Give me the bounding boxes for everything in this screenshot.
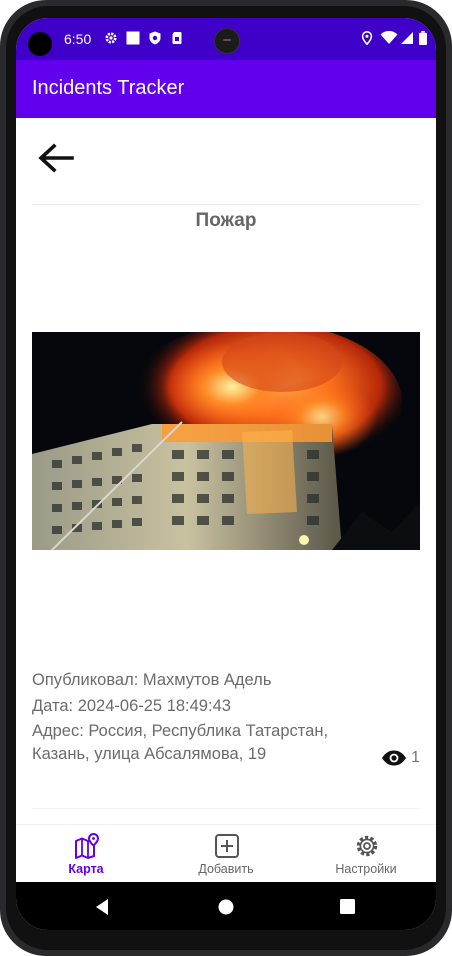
nav-label-map: Карта	[68, 862, 104, 876]
incident-date: Дата: 2024-06-25 18:49:43	[32, 697, 231, 715]
settings-icon	[356, 835, 378, 857]
back-icon[interactable]	[94, 898, 110, 916]
divider	[32, 204, 420, 205]
wifi-icon	[380, 31, 398, 44]
system-navigation-bar	[16, 882, 436, 930]
views-counter: 1	[381, 748, 420, 768]
square-icon	[126, 31, 140, 45]
bottom-navigation: Карта Добавить Настройки	[16, 824, 436, 883]
incident-title: Пожар	[195, 210, 257, 231]
shield-icon	[149, 31, 161, 45]
nav-label-add: Добавить	[198, 862, 254, 876]
divider	[32, 808, 420, 809]
signal-icon	[401, 32, 413, 44]
front-camera	[214, 28, 240, 54]
nav-label-settings: Настройки	[335, 862, 397, 876]
nav-item-map[interactable]: Карта	[16, 825, 156, 883]
back-arrow-icon[interactable]	[36, 142, 76, 174]
address-line-1: Адрес: Россия, Республика Татарстан,	[32, 722, 329, 740]
screen: 6:50 Incidents Tracker Пожар Опубликовал…	[16, 18, 436, 930]
status-bar: 6:50	[16, 18, 436, 60]
recents-icon[interactable]	[340, 899, 355, 914]
sim-card-icon	[172, 32, 182, 44]
fire-photo	[32, 332, 420, 550]
eye-icon	[382, 750, 407, 766]
published-by: Опубликовал: Махмутов Адель	[32, 671, 272, 689]
nav-item-settings[interactable]: Настройки	[296, 825, 436, 883]
battery-icon	[419, 31, 427, 45]
map-pin-icon	[75, 833, 100, 859]
gear-icon	[105, 32, 117, 44]
camera-cutout	[28, 32, 52, 56]
incident-photo	[32, 332, 420, 550]
add-box-icon	[215, 834, 239, 858]
app-title: Incidents Tracker	[32, 77, 185, 99]
device-frame: 6:50 Incidents Tracker Пожар Опубликовал…	[0, 0, 452, 956]
incident-details: Пожар Опубликовал: Махмутов Адель Дата: …	[16, 118, 436, 824]
location-icon	[361, 31, 373, 45]
address-line-2: Казань, улица Абсалямова, 19	[32, 745, 267, 763]
nav-item-add[interactable]: Добавить	[156, 825, 296, 883]
app-bar: Incidents Tracker	[16, 60, 436, 118]
status-time: 6:50	[64, 31, 92, 47]
home-icon[interactable]	[218, 899, 234, 915]
views-count: 1	[411, 749, 420, 766]
